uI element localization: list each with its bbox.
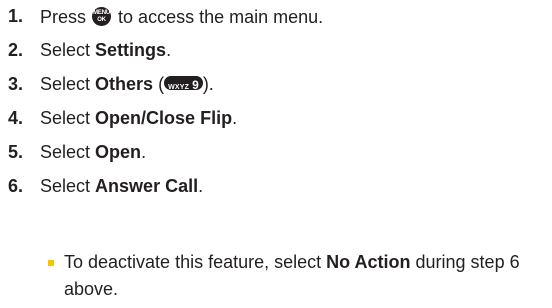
step-verb: Select: [40, 142, 91, 162]
step-description: to access the main menu.: [118, 7, 324, 27]
menu-option-no-action: No Action: [326, 252, 411, 272]
step-text: Select Open.: [40, 142, 147, 162]
step-4: 4. Select Open/Close Flip.: [8, 109, 548, 128]
bullet-note: To deactivate this feature, select No Ac…: [48, 249, 548, 303]
step-number: 6.: [8, 176, 24, 196]
step-number: 2.: [8, 40, 24, 60]
step-verb: Select: [40, 108, 91, 128]
step-2: 2. Select Settings.: [8, 41, 548, 60]
step-verb: Select: [40, 74, 91, 94]
step-3: 3. Select Others (WXYZ 9).: [8, 75, 548, 94]
instruction-steps: 1. Press MENU OK to access the main menu.…: [8, 0, 548, 196]
bullet-square-icon: [48, 260, 54, 266]
menu-option-open: Open: [95, 142, 142, 162]
step-text: Select Others (WXYZ 9).: [40, 74, 214, 94]
step-text: Select Settings.: [40, 40, 172, 60]
step-text: Press MENU OK to access the main menu.: [40, 7, 323, 27]
note-text: To deactivate this feature, select: [64, 252, 322, 272]
step-number: 5.: [8, 142, 24, 162]
menu-option-answer-call: Answer Call: [95, 176, 199, 196]
step-text: Select Answer Call.: [40, 176, 204, 196]
step-verb: Select: [40, 40, 91, 60]
menu-option-open-close-flip: Open/Close Flip: [95, 108, 233, 128]
step-number: 3.: [8, 74, 24, 94]
step-verb: Press: [40, 7, 87, 27]
step-6: 6. Select Answer Call.: [8, 177, 548, 196]
step-1: 1. Press MENU OK to access the main menu.: [8, 6, 548, 27]
step-5: 5. Select Open.: [8, 143, 548, 162]
step-number: 1.: [8, 6, 24, 26]
key-9-icon: WXYZ 9: [164, 76, 203, 92]
menu-option-others: Others: [95, 74, 154, 94]
menu-option-settings: Settings: [95, 40, 167, 60]
step-verb: Select: [40, 176, 91, 196]
step-number: 4.: [8, 108, 24, 128]
menu-ok-key-icon: MENU OK: [92, 7, 112, 26]
step-text: Select Open/Close Flip.: [40, 108, 238, 128]
